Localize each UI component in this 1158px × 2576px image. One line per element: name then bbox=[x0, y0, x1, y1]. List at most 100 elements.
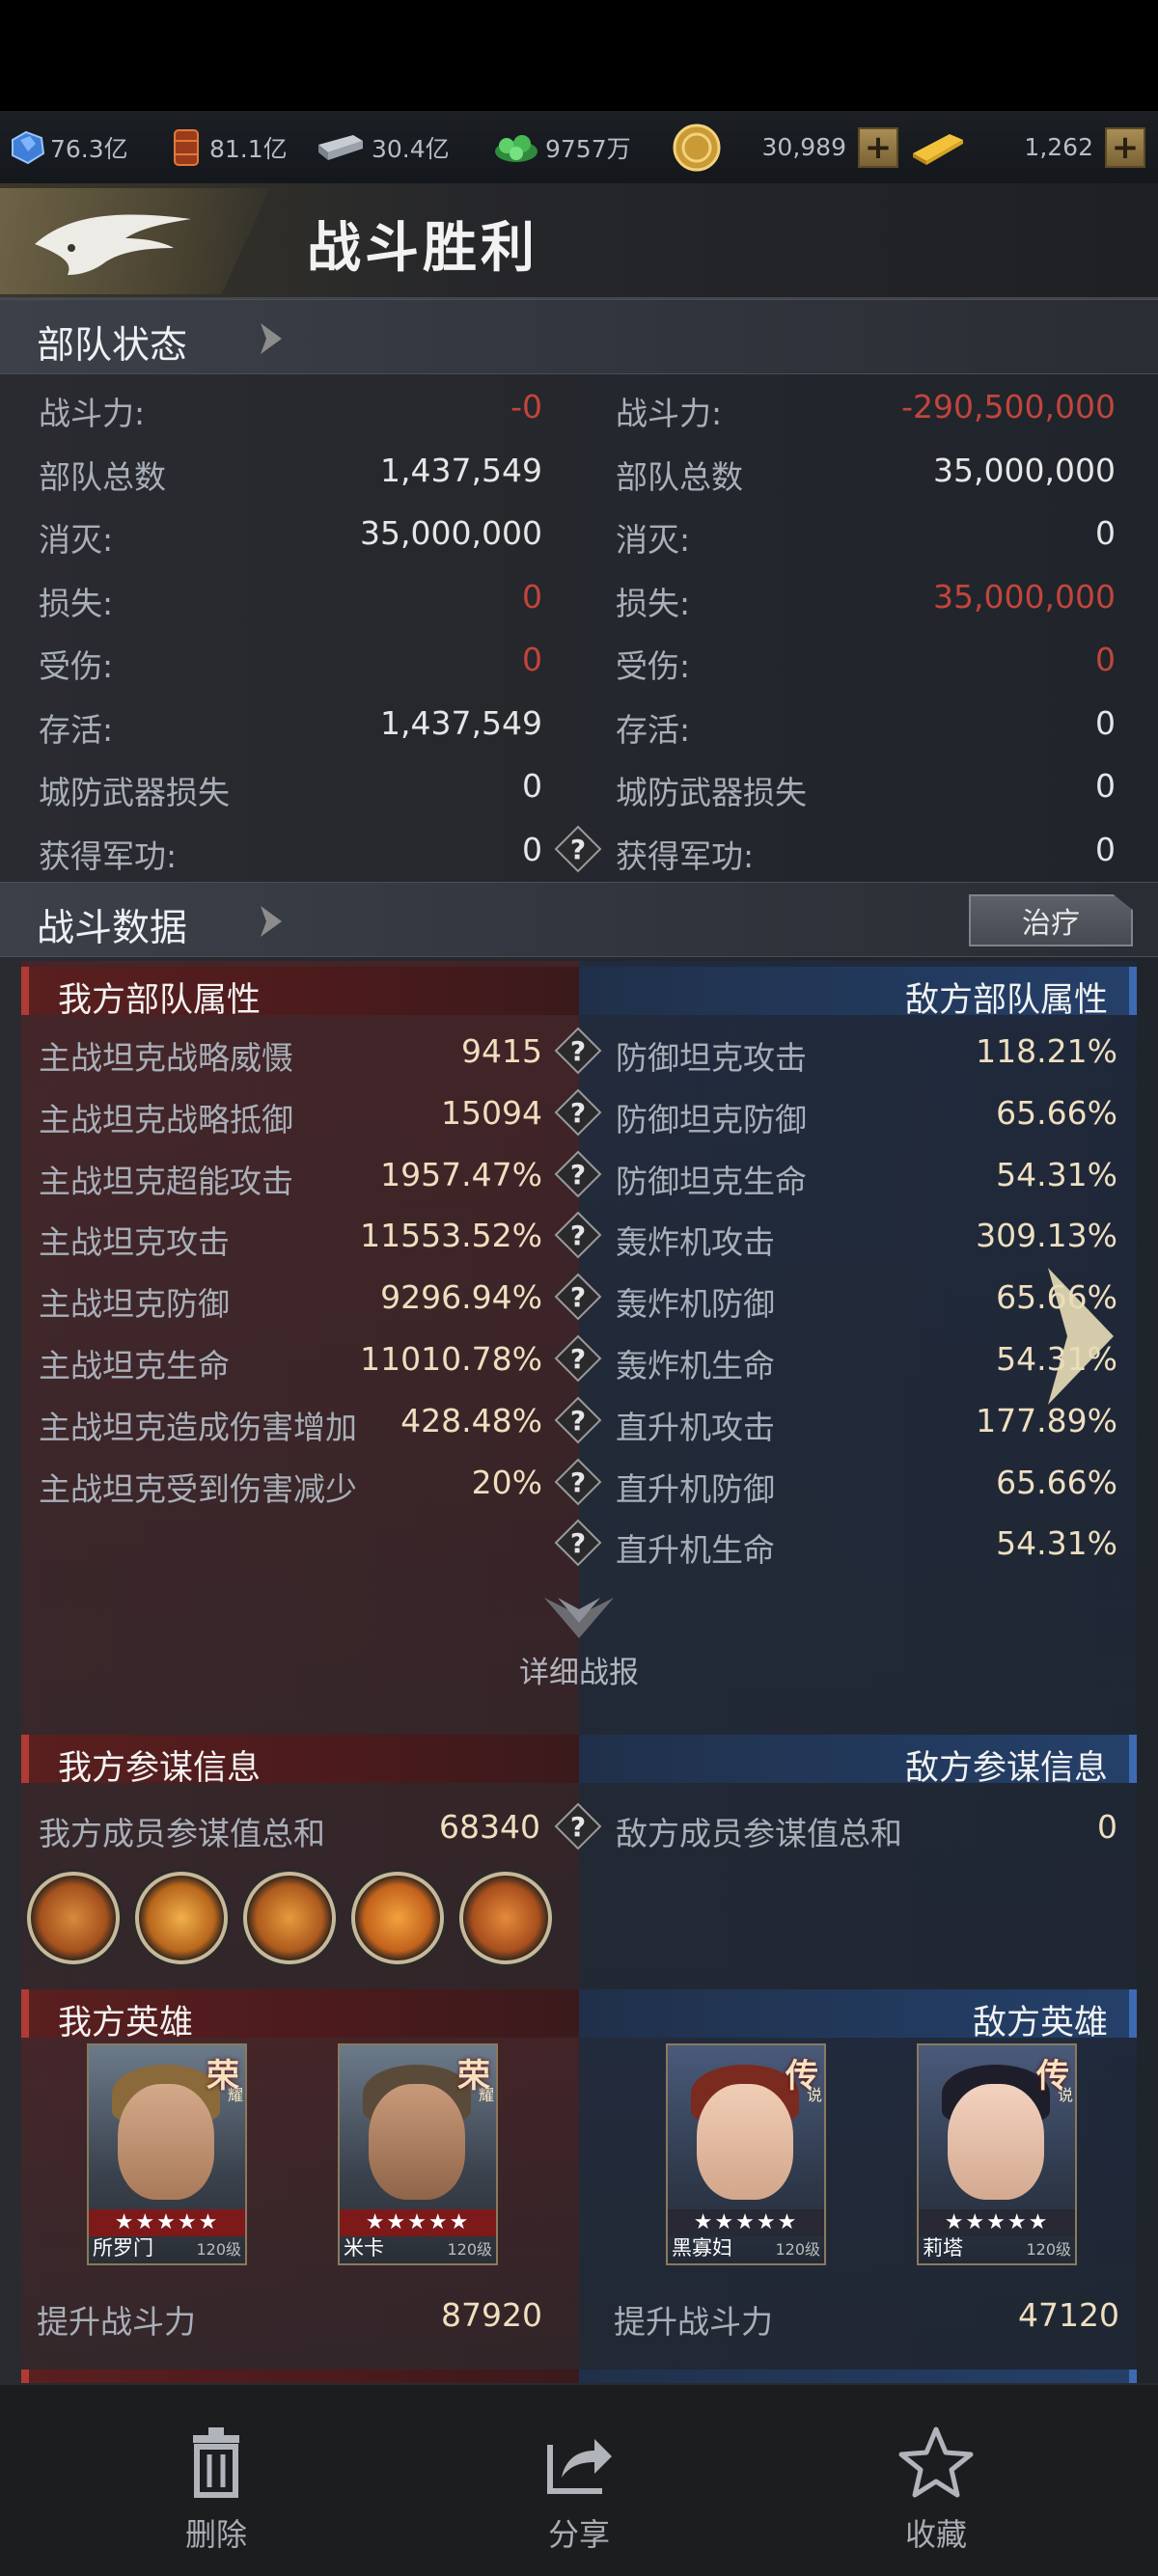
crystal-icon bbox=[6, 128, 48, 167]
hero-name: 莉塔 bbox=[923, 2236, 963, 2260]
star-icon bbox=[898, 2426, 974, 2498]
advisor-skill-icon[interactable] bbox=[27, 1872, 120, 1964]
resource-coin: 30,989 + bbox=[669, 111, 906, 183]
favorite-label: 收藏 bbox=[904, 2516, 967, 2553]
enemy-advisor-title: 敌方参谋信息 bbox=[904, 1749, 1108, 1788]
svg-text:?: ? bbox=[570, 1343, 586, 1375]
own-advisor-value: 68340 bbox=[439, 1808, 540, 1846]
attribute-label: 防御坦克攻击 bbox=[616, 1039, 807, 1077]
share-icon bbox=[547, 2439, 612, 2494]
attribute-label: 直升机防御 bbox=[616, 1469, 775, 1508]
advisor-skill-icon[interactable] bbox=[135, 1872, 228, 1964]
troop-stat-row: 消灭: 0 bbox=[616, 503, 1116, 564]
hero-rank-sub: 耀 bbox=[478, 2086, 494, 2104]
attribute-label: 轰炸机攻击 bbox=[616, 1223, 775, 1262]
attribute-value: 1957.47% bbox=[380, 1155, 542, 1193]
heal-button[interactable]: 治疗 bbox=[969, 894, 1133, 946]
hero-name: 黑寡妇 bbox=[672, 2236, 732, 2260]
hero-portrait-face bbox=[948, 2084, 1044, 2200]
advisor-skill-icon[interactable] bbox=[351, 1872, 444, 1964]
stat-value: 1,437,549 bbox=[380, 703, 542, 742]
attribute-help-icon[interactable]: ? bbox=[554, 1519, 602, 1567]
troop-stat-row: 部队总数 35,000,000 bbox=[616, 440, 1116, 502]
stat-value: -290,500,000 bbox=[901, 388, 1116, 425]
attribute-label: 直升机攻击 bbox=[616, 1408, 775, 1446]
hero-card[interactable]: 传 说 ★★★★★ 黑寡妇 120级 bbox=[666, 2043, 826, 2265]
enemy-attribute-row: 防御坦克生命 54.31% bbox=[616, 1144, 1117, 1206]
battle-report: 部队状态 战斗力: -0 部队总数 1,437,549 消灭: 35,000,000 损失:… bbox=[0, 299, 1158, 2383]
detailed-report-label: 详细战报 bbox=[519, 1656, 639, 1690]
stat-value: 0 bbox=[522, 830, 542, 868]
stat-label: 受伤: bbox=[39, 647, 114, 685]
own-heroes-header: 我方英雄 bbox=[21, 1989, 579, 2042]
chevron-right-icon bbox=[257, 904, 288, 939]
resource-value: 1,262 bbox=[1024, 133, 1093, 161]
advisor-skill-icon[interactable] bbox=[243, 1872, 336, 1964]
hero-portrait-face bbox=[118, 2084, 214, 2200]
stat-value: 0 bbox=[1095, 641, 1116, 678]
attribute-label: 主战坦克造成伤害增加 bbox=[39, 1408, 357, 1446]
advisor-skill-icon[interactable] bbox=[459, 1872, 552, 1964]
enemy-power-boost-label: 提升战斗力 bbox=[614, 2303, 773, 2341]
hero-card[interactable]: 荣 耀 ★★★★★ 米卡 120级 bbox=[338, 2043, 498, 2265]
hero-card[interactable]: 传 说 ★★★★★ 莉塔 120级 bbox=[917, 2043, 1077, 2265]
stat-value: 0 bbox=[522, 767, 542, 805]
stat-label: 战斗力: bbox=[616, 395, 723, 432]
troop-stat-row: 获得军功: 0 bbox=[39, 819, 542, 881]
resource-value: 9757万 bbox=[545, 134, 631, 163]
troop-stat-row: 战斗力: -0 bbox=[39, 376, 542, 438]
attribute-help-icon[interactable]: ? bbox=[554, 1458, 602, 1506]
attribute-label: 直升机生命 bbox=[616, 1531, 775, 1570]
detailed-report-button[interactable]: 详细战报 bbox=[482, 1594, 676, 1691]
enemy-power-boost: 提升战斗力 47120 bbox=[614, 2285, 1119, 2346]
attribute-label: 主战坦克战略威慑 bbox=[39, 1039, 293, 1077]
trash-icon bbox=[193, 2427, 239, 2498]
hero-level: 120级 bbox=[775, 2240, 820, 2259]
stat-value: -0 bbox=[510, 388, 542, 425]
troop-stat-row: 部队总数 1,437,549 bbox=[39, 440, 542, 502]
own-power-boost: 提升战斗力 87920 bbox=[37, 2285, 542, 2346]
attribute-help-icon[interactable]: ? bbox=[554, 1088, 602, 1137]
resource-value: 76.3亿 bbox=[50, 134, 128, 163]
battle-data-header[interactable]: 战斗数据 治疗 bbox=[0, 882, 1158, 957]
title-badge bbox=[0, 188, 270, 294]
hero-level: 120级 bbox=[196, 2240, 241, 2259]
bottom-nav: 删除 分享 收藏 bbox=[0, 2383, 1158, 2576]
hero-portrait-face bbox=[697, 2084, 793, 2200]
add-coin-button[interactable]: + bbox=[858, 126, 898, 168]
attribute-help-icon[interactable]: ? bbox=[554, 1273, 602, 1321]
attribute-value: 54.31% bbox=[996, 1524, 1117, 1563]
troop-stat-row: 损失: 0 bbox=[39, 566, 542, 628]
attribute-label: 主战坦克受到伤害减少 bbox=[39, 1469, 357, 1508]
stat-label: 损失: bbox=[616, 584, 691, 622]
hero-level: 120级 bbox=[1026, 2240, 1071, 2259]
troop-stat-row: 获得军功: 0 bbox=[616, 819, 1116, 881]
add-gold-button[interactable]: + bbox=[1105, 126, 1145, 168]
stat-label: 存活: bbox=[616, 710, 691, 749]
attribute-label: 主战坦克超能攻击 bbox=[39, 1162, 293, 1200]
troop-status-header[interactable]: 部队状态 bbox=[0, 299, 1158, 374]
enemy-attributes-header: 敌方部队属性 bbox=[579, 967, 1137, 1020]
delete-button[interactable]: 删除 bbox=[120, 2424, 313, 2555]
stat-value: 35,000,000 bbox=[360, 514, 542, 552]
hero-card[interactable]: 荣 耀 ★★★★★ 所罗门 120级 bbox=[87, 2043, 247, 2265]
hero-name: 米卡 bbox=[344, 2236, 384, 2260]
own-attribute-row: 主战坦克防御 9296.94% bbox=[39, 1267, 542, 1329]
attribute-help-icon[interactable]: ? bbox=[554, 1150, 602, 1198]
oil-barrel-icon bbox=[165, 128, 207, 167]
enemy-attribute-row: 防御坦克攻击 118.21% bbox=[616, 1021, 1117, 1082]
own-advisor-title: 我方参谋信息 bbox=[58, 1749, 262, 1788]
attribute-help-icon[interactable]: ? bbox=[554, 1027, 602, 1075]
attribute-help-icon[interactable]: ? bbox=[554, 1396, 602, 1444]
section-title: 战斗数据 bbox=[37, 907, 188, 950]
next-page-arrow-icon[interactable] bbox=[1042, 1264, 1119, 1409]
attribute-help-icon[interactable]: ? bbox=[554, 1334, 602, 1383]
stat-label: 城防武器损失 bbox=[616, 774, 807, 811]
attribute-help-icon[interactable]: ? bbox=[554, 1211, 602, 1259]
share-button[interactable]: 分享 bbox=[482, 2424, 676, 2555]
favorite-button[interactable]: 收藏 bbox=[840, 2424, 1033, 2555]
merit-help-icon[interactable]: ? bbox=[554, 825, 602, 873]
stat-value: 0 bbox=[1095, 703, 1116, 742]
advisor-help-icon[interactable]: ? bbox=[554, 1802, 602, 1850]
resource-value: 81.1亿 bbox=[209, 134, 288, 163]
